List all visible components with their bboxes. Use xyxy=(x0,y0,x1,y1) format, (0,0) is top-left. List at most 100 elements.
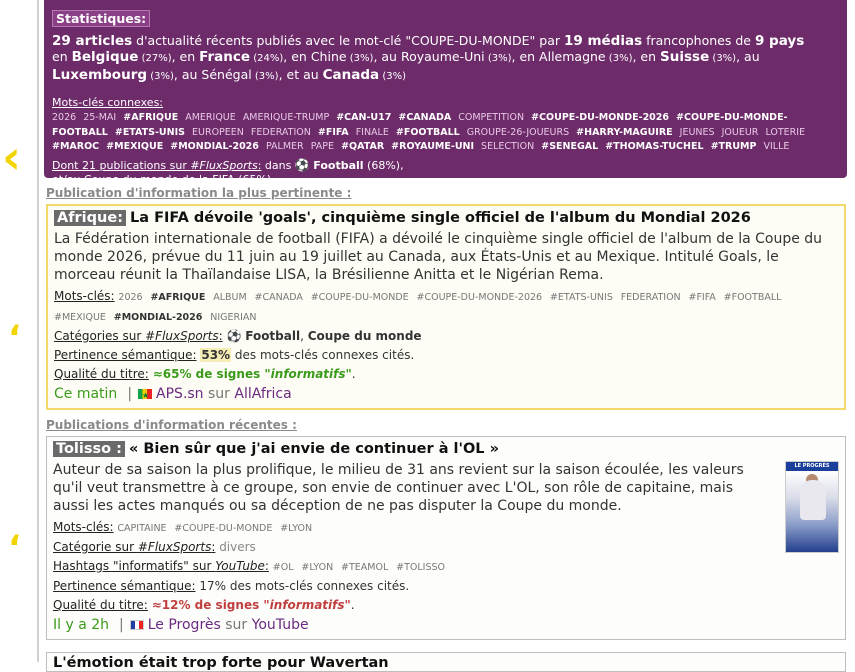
country-percent: (24%) xyxy=(250,53,284,64)
keyword-link[interactable]: FEDERATION xyxy=(621,292,681,303)
hashtag-link[interactable]: #TEAMOL xyxy=(341,562,388,573)
related-keywords-label[interactable]: Mots-clés connexes: xyxy=(52,95,839,111)
keyword-link[interactable]: AMERIQUE-TRUMP xyxy=(243,112,329,123)
keyword-link[interactable]: GROUPE-26-JOUEURS xyxy=(467,127,569,138)
article-footer: Il y a 2h | Le Progrès sur YouTube xyxy=(53,617,309,633)
keyword-link[interactable]: CAPITAINE xyxy=(117,523,166,534)
recent-section-title: Publications d'information récentes : xyxy=(46,418,297,432)
keyword-link[interactable]: PAPE xyxy=(311,141,334,152)
football-icon: ⚽ xyxy=(226,329,242,343)
hashtag-link[interactable]: #OL xyxy=(273,562,294,573)
statistics-panel: Statistiques: 29 articles d'actualité ré… xyxy=(44,0,847,186)
keyword-link[interactable]: AMERIQUE xyxy=(185,112,236,123)
keyword-link[interactable]: #CANADA xyxy=(398,112,451,123)
senegal-flag-icon xyxy=(138,386,153,405)
keyword-link[interactable]: LOTERIE xyxy=(765,127,805,138)
hashtag-link[interactable]: #TOLISSO xyxy=(396,562,445,573)
keyword-link[interactable]: 2026 xyxy=(118,292,142,303)
keyword-link[interactable]: #AFRIQUE xyxy=(123,112,178,123)
keyword-link[interactable]: #FOOTBALL xyxy=(724,292,782,303)
keyword-link[interactable]: #MEXIQUE xyxy=(106,141,163,152)
featured-section-title: Publication d'information la plus pertin… xyxy=(46,186,352,200)
statistics-summary: 29 articles d'actualité récents publiés … xyxy=(52,33,805,83)
keyword-link[interactable]: #ROYAUME-UNI xyxy=(391,141,474,152)
keyword-link[interactable]: #ETATS-UNIS xyxy=(550,292,613,303)
keyword-link[interactable]: ALBUM xyxy=(213,292,246,303)
keyword-link[interactable]: VILLE xyxy=(763,141,789,152)
country-name: Allemagne xyxy=(539,49,606,64)
article-time: Il y a 2h xyxy=(53,617,110,633)
keyword-link[interactable]: #MONDIAL-2026 xyxy=(114,312,203,323)
keyword-link[interactable]: #CANADA xyxy=(255,292,303,303)
football-icon: ⚽ xyxy=(294,157,310,172)
left-rule xyxy=(37,0,39,662)
keyword-link[interactable]: SELECTION xyxy=(481,141,534,152)
keyword-link[interactable]: #AFRIQUE xyxy=(150,292,205,303)
keyword-link[interactable]: #FIFA xyxy=(318,127,349,138)
hashtags-link[interactable]: Hashtags "informatifs" sur YouTube: xyxy=(53,559,269,573)
keyword-link[interactable]: COMPETITION xyxy=(458,112,524,123)
article-categories: Catégories sur #FluxSports: ⚽ Football, … xyxy=(54,329,422,343)
chevron-left-icon[interactable]: ‹ xyxy=(2,130,21,184)
keyword-link[interactable]: #COUPE-DU-MONDE xyxy=(174,523,272,534)
country-name: France xyxy=(199,49,251,65)
keyword-link[interactable]: #MEXIQUE xyxy=(54,312,106,323)
keyword-link[interactable]: 2026 xyxy=(52,112,76,123)
country-name: Chine xyxy=(310,49,347,64)
keyword-link[interactable]: #FIFA xyxy=(688,292,715,303)
keyword-link[interactable]: #COUPE-DU-MONDE-2026 xyxy=(531,112,669,123)
source-link[interactable]: APS.sn xyxy=(156,386,204,402)
article-tag: Afrique: xyxy=(54,210,126,226)
keyword-link[interactable]: #HARRY-MAGUIRE xyxy=(576,127,672,138)
keyword-link[interactable]: #COUPE-DU-MONDE-2026 xyxy=(417,292,543,303)
recent-article-card[interactable]: Tolisso : « Bien sûr que j'ai envie de co… xyxy=(46,436,846,640)
keyword-link[interactable]: PALMER xyxy=(266,141,304,152)
platform-link[interactable]: YouTube xyxy=(252,617,309,633)
article-hashtags: Hashtags "informatifs" sur YouTube: #OL … xyxy=(53,557,839,577)
keyword-link[interactable]: #TRUMP xyxy=(711,141,757,152)
category-link[interactable]: Catégorie sur #FluxSports: xyxy=(53,540,215,554)
keyword-link[interactable]: FEDERATION xyxy=(251,127,311,138)
keyword-link[interactable]: 25-MAI xyxy=(83,112,116,123)
keyword-link[interactable]: #SENEGAL xyxy=(541,141,598,152)
keyword-link[interactable]: #MONDIAL-2026 xyxy=(170,141,259,152)
country-percent: (3%) xyxy=(709,53,737,64)
quote-mark-icon: ‘ xyxy=(8,528,21,568)
quote-mark-icon: ‘ xyxy=(8,318,21,358)
article-headline[interactable]: Tolisso : « Bien sûr que j'ai envie de co… xyxy=(53,439,839,459)
country-name: Belgique xyxy=(71,49,139,65)
keyword-link[interactable]: NIGERIAN xyxy=(210,312,256,323)
keyword-link[interactable]: #FOOTBALL xyxy=(396,127,460,138)
keyword-link[interactable]: EUROPEEN xyxy=(192,127,244,138)
article-category: Catégorie sur #FluxSports: divers xyxy=(53,540,256,554)
article-headline[interactable]: L'émotion était trop forte pour Wavertan xyxy=(53,655,389,671)
article-thumbnail[interactable]: LE PROGRÈS xyxy=(785,461,839,553)
title-quality: Qualité du titre: ≈65% de signes "inform… xyxy=(54,367,356,381)
keyword-link[interactable]: #LYON xyxy=(280,523,312,534)
flux-sports-link[interactable]: Dont 21 publications sur #FluxSports: xyxy=(52,159,261,172)
article-keywords: Mots-clés: CAPITAINE #COUPE-DU-MONDE #LY… xyxy=(53,520,313,534)
article-tag: Tolisso : xyxy=(53,441,125,457)
keyword-link[interactable]: #ETATS-UNIS xyxy=(115,127,185,138)
next-article-card[interactable]: L'émotion était trop forte pour Wavertan xyxy=(46,652,846,672)
keyword-link[interactable]: #COUPE-DU-MONDE xyxy=(311,292,409,303)
keyword-link[interactable]: JEUNES xyxy=(680,127,715,138)
featured-article-card[interactable]: Afrique: La FIFA dévoile 'goals', cinquiè… xyxy=(46,204,846,410)
keyword-link[interactable]: #THOMAS-TUCHEL xyxy=(605,141,703,152)
country-name: Canada xyxy=(322,67,380,83)
keyword-link[interactable]: #QATAR xyxy=(341,141,384,152)
categories-link[interactable]: Catégories sur #FluxSports: xyxy=(54,329,223,343)
country-percent: (27%) xyxy=(138,53,172,64)
keyword-link[interactable]: FINALE xyxy=(356,127,389,138)
article-footer: Ce matin|APS.sn sur AllAfrica xyxy=(54,385,838,405)
title-quality: Qualité du titre: ≈12% de signes "inform… xyxy=(53,598,355,612)
keyword-link[interactable]: #CAN-U17 xyxy=(336,112,391,123)
platform-link[interactable]: AllAfrica xyxy=(234,386,291,402)
source-link[interactable]: Le Progrès xyxy=(148,617,221,633)
keyword-link[interactable]: #MAROC xyxy=(52,141,99,152)
country-percent: (3%) xyxy=(147,71,174,82)
article-headline[interactable]: Afrique: La FIFA dévoile 'goals', cinquiè… xyxy=(54,208,838,228)
country-name: Sénégal xyxy=(201,67,252,82)
hashtag-link[interactable]: #LYON xyxy=(301,562,333,573)
keyword-link[interactable]: JOUEUR xyxy=(722,127,759,138)
